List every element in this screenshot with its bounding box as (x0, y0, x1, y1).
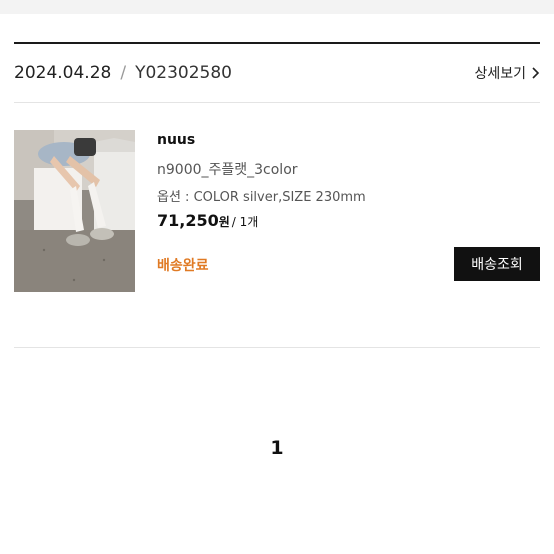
track-delivery-button[interactable]: 배송조회 (454, 247, 540, 281)
order-number: Y02302580 (135, 63, 232, 83)
product-thumbnail[interactable] (14, 130, 135, 292)
product-name[interactable]: n9000_주플랫_3color (157, 159, 298, 179)
order-separator: / (120, 63, 127, 83)
order-detail-label: 상세보기 (474, 66, 526, 82)
product-option: 옵션 : COLOR silver,SIZE 230mm (157, 190, 366, 205)
product-photo (14, 130, 135, 292)
divider (14, 347, 540, 348)
price-currency: 원 (218, 215, 230, 229)
delivery-status: 배송완료 (157, 258, 209, 274)
top-band (0, 0, 554, 14)
order-detail-link[interactable]: 상세보기 (474, 63, 540, 83)
pagination-page[interactable]: 1 (0, 437, 554, 459)
product-quantity: / 1개 (231, 215, 259, 229)
price-row: 71,250원/ 1개 (157, 211, 258, 230)
product-brand[interactable]: nuus (157, 132, 195, 148)
order-header: 2024.04.28 / Y02302580 상세보기 (14, 44, 540, 102)
chevron-right-icon (532, 67, 540, 79)
divider (14, 102, 540, 103)
product-price: 71,250 (157, 211, 219, 230)
order-date: 2024.04.28 (14, 63, 112, 83)
